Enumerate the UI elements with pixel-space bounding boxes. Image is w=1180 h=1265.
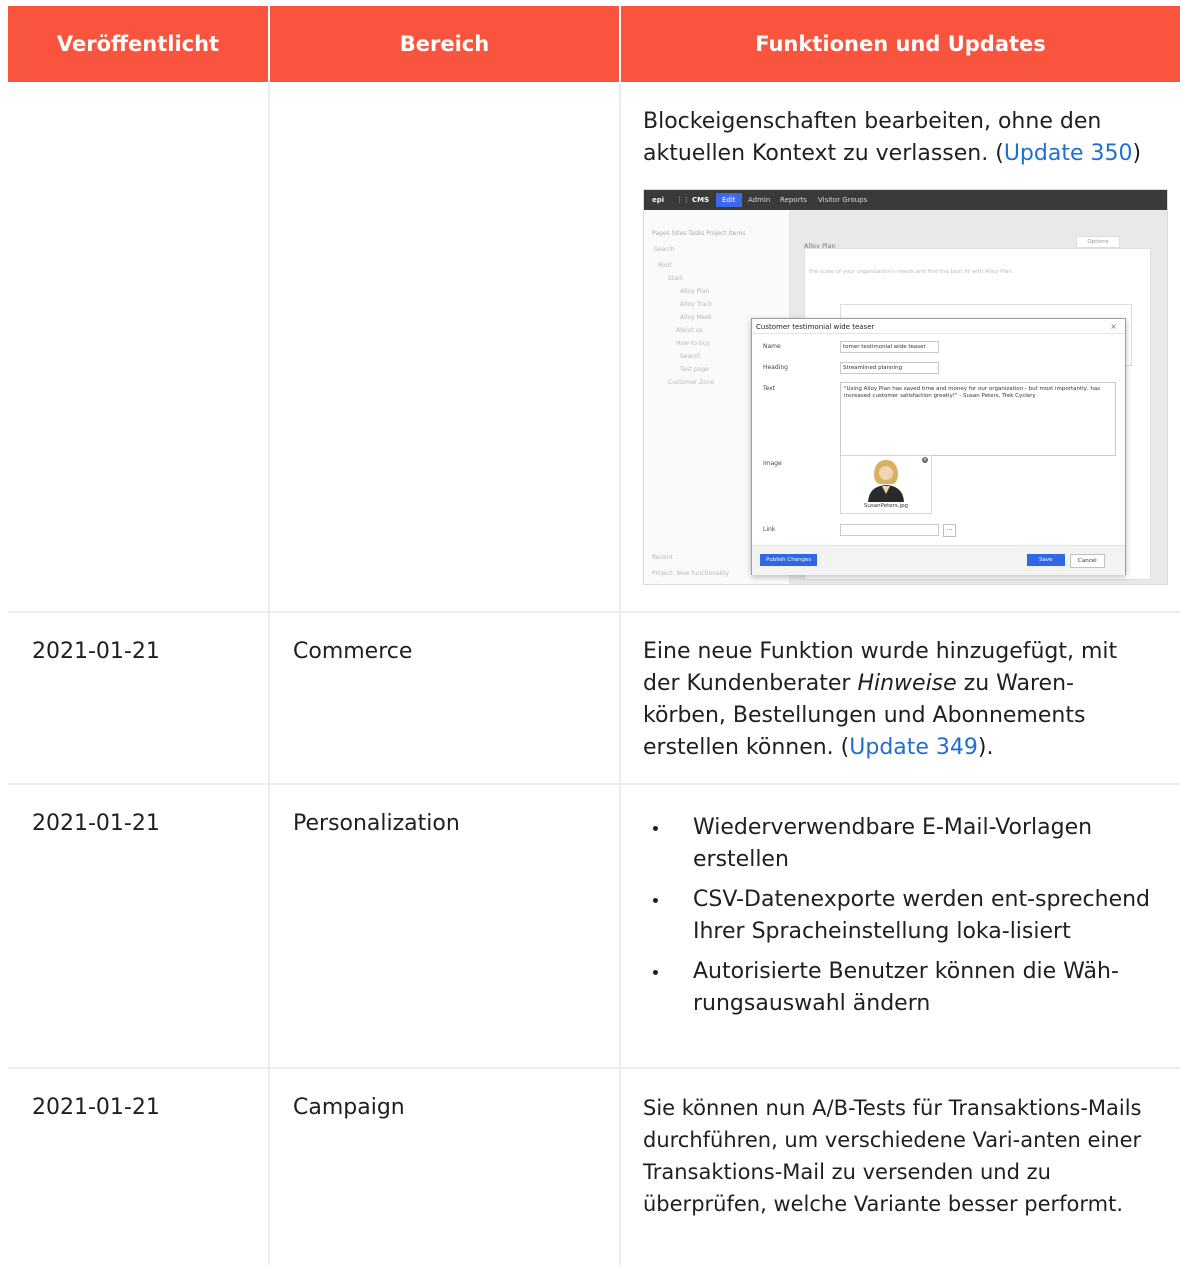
row-divider — [8, 611, 1180, 613]
apps-icon: ⋮⋮ — [676, 196, 690, 204]
grid-line — [268, 82, 270, 1265]
row-divider — [8, 783, 1180, 785]
epi-logo: epi — [652, 196, 665, 204]
row-area: Campaign — [293, 1095, 405, 1120]
link-field[interactable] — [840, 524, 939, 536]
row-date: 2021-01-21 — [32, 1095, 160, 1120]
block-edit-dialog: Customer testimonial wide teaser × Name … — [751, 318, 1126, 575]
update-349-link[interactable]: Update 349 — [849, 735, 978, 760]
row-divider — [8, 1067, 1180, 1069]
link-browse-button[interactable]: … — [943, 524, 956, 537]
text-field[interactable]: "Using Alloy Plan has saved time and mon… — [840, 382, 1116, 456]
publish-changes-button[interactable]: Publish Changes — [760, 554, 818, 566]
grid-line — [619, 82, 621, 1265]
cancel-button[interactable]: Cancel — [1070, 554, 1105, 568]
table-header: Veröffentlicht Bereich Funktionen und Up… — [8, 6, 1180, 82]
block-properties-text: Blockeigenschaften bearbeiten, ohne den … — [643, 109, 1142, 166]
campaign-text: Sie können nun A/B-Tests für Transaktion… — [643, 1096, 1142, 1216]
row-area: Personalization — [293, 811, 460, 836]
commerce-text: Eine neue Funktion wurde hinzugefügt, mi… — [643, 639, 1118, 760]
header-published: Veröffentlicht — [56, 32, 220, 56]
header-features: Funktionen und Updates — [755, 32, 1046, 56]
image-picker[interactable]: SusanPeters.jpg × — [840, 455, 932, 514]
portrait-image — [868, 460, 904, 502]
cms-topbar: epi ⋮⋮ CMS Edit Admin Reports Visitor Gr… — [644, 190, 1167, 210]
remove-image-icon[interactable]: × — [922, 457, 928, 463]
list-item: CSV-Datenexporte werden ent-sprechend Ih… — [643, 884, 1153, 948]
save-button[interactable]: Save — [1027, 554, 1065, 566]
row-date: 2021-01-21 — [32, 811, 160, 836]
header-area: Bereich — [399, 32, 490, 56]
dialog-footer: Publish Changes Save Cancel — [752, 545, 1125, 575]
row-date: 2021-01-21 — [32, 639, 160, 664]
list-item: Wiederverwendbare E-Mail-Vorlagen erstel… — [643, 812, 1153, 876]
list-item: Autorisierte Benutzer können die Wäh-run… — [643, 956, 1153, 1020]
personalization-list: Wiederverwendbare E-Mail-Vorlagen erstel… — [643, 812, 1153, 1028]
close-icon[interactable]: × — [1110, 322, 1117, 331]
row-area: Commerce — [293, 639, 413, 664]
name-field[interactable]: tomer testimonial wide teaser — [840, 341, 939, 353]
update-350-link[interactable]: Update 350 — [1004, 141, 1133, 166]
heading-field[interactable]: Streamlined planning — [840, 362, 939, 374]
cms-screenshot: epi ⋮⋮ CMS Edit Admin Reports Visitor Gr… — [643, 189, 1168, 585]
release-notes-table: Veröffentlicht Bereich Funktionen und Up… — [8, 6, 1180, 1265]
